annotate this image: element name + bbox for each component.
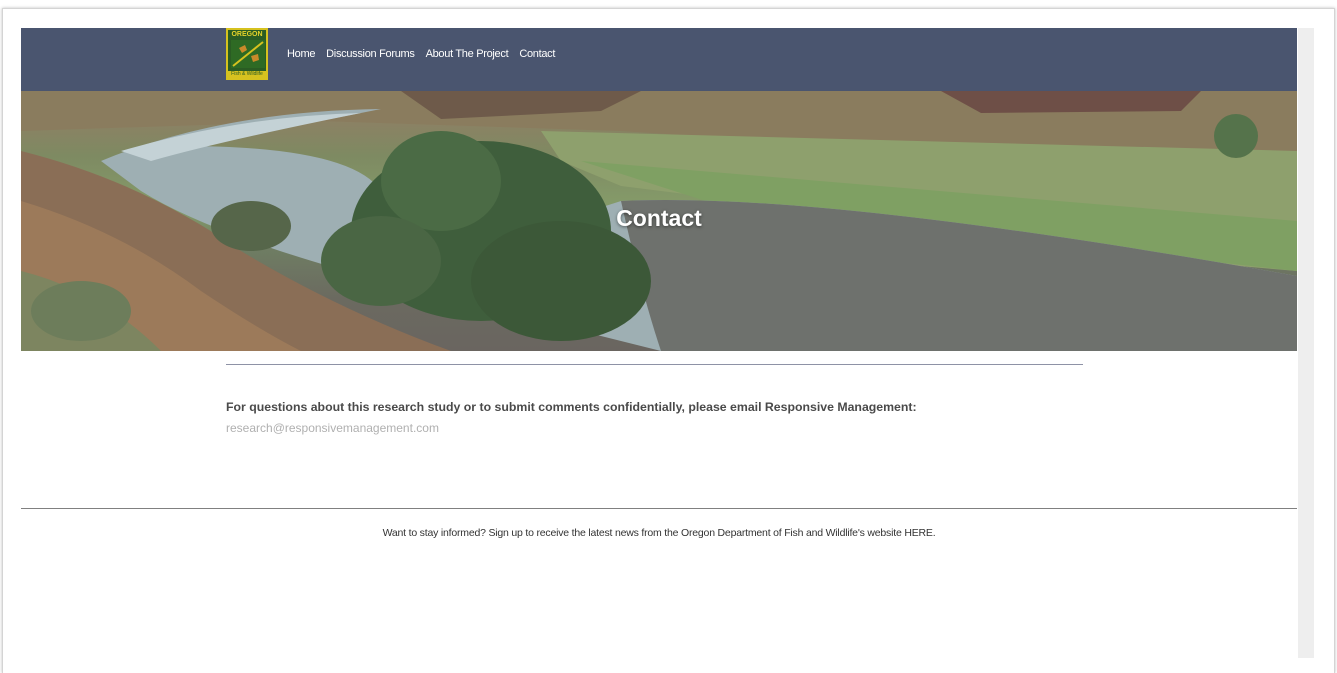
newsletter-signup-text[interactable]: Want to stay informed? Sign up to receiv…: [21, 527, 1297, 539]
odfw-logo[interactable]: OREGON Fish & Wildlife: [226, 28, 268, 80]
nav-about-the-project[interactable]: About The Project: [426, 48, 509, 60]
page-title: Contact: [616, 205, 702, 231]
content-divider: [226, 364, 1083, 365]
scrollbar[interactable]: [1298, 28, 1314, 658]
hero-banner: Contact: [21, 91, 1297, 351]
footer-divider: [21, 508, 1297, 509]
contact-email-link[interactable]: research@responsivemanagement.com: [226, 421, 439, 435]
nav-contact[interactable]: Contact: [519, 48, 555, 60]
nav-home[interactable]: Home: [287, 48, 315, 60]
contact-intro-text: For questions about this research study …: [226, 400, 917, 414]
main-nav: Home Discussion Forums About The Project…: [287, 28, 555, 80]
logo-top-text: OREGON: [231, 31, 263, 38]
nav-discussion-forums[interactable]: Discussion Forums: [326, 48, 415, 60]
logo-emblem-icon: [231, 40, 265, 68]
site-navbar: OREGON Fish & Wildlife Home Discussion F…: [21, 28, 1297, 91]
logo-bottom-text: Fish & Wildlife: [228, 71, 266, 78]
